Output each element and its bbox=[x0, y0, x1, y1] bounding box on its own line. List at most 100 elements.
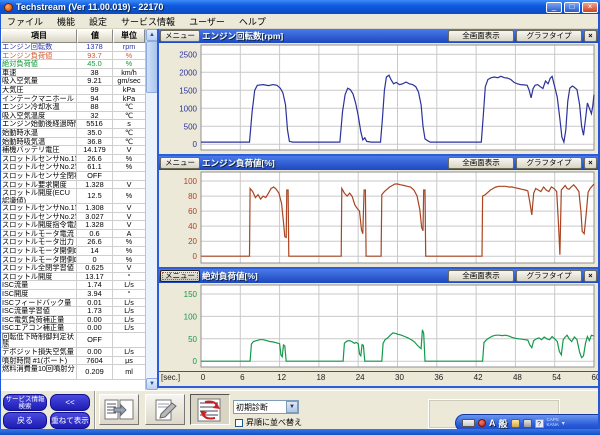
close-button-icon[interactable]: × bbox=[582, 2, 598, 13]
table-row[interactable]: スロットルモータ電流0.6A bbox=[1, 230, 145, 239]
table-row[interactable]: スロットルセンサ全閉状態OFF bbox=[1, 172, 145, 181]
param-unit: % bbox=[113, 238, 145, 246]
time-axis: [sec.]06121824303642485460 bbox=[159, 371, 598, 385]
param-unit: % bbox=[113, 247, 145, 255]
table-row[interactable]: スロットルセンサNo.1電圧比26.6% bbox=[1, 155, 145, 164]
table-row[interactable]: スロットル開度13.17° bbox=[1, 273, 145, 282]
param-unit: V bbox=[113, 146, 145, 154]
fullscreen-button[interactable]: 全画面表示 bbox=[448, 157, 514, 169]
param-unit: % bbox=[113, 256, 145, 264]
sort-button[interactable] bbox=[190, 394, 230, 425]
table-row[interactable]: ISC電気負荷補正量0.00L/s bbox=[1, 316, 145, 325]
menu-item[interactable]: 設定 bbox=[82, 14, 114, 29]
chart-menu-button[interactable]: メニュー bbox=[160, 270, 200, 282]
ascending-sort-checkbox[interactable] bbox=[235, 419, 243, 427]
x-tick-label: 6 bbox=[240, 373, 244, 382]
table-row[interactable]: エンジン冷却水温88℃ bbox=[1, 103, 145, 112]
table-row[interactable]: ISC開度3.94° bbox=[1, 290, 145, 299]
header-unit[interactable]: 単位 bbox=[113, 29, 145, 43]
back-button[interactable]: 戻る bbox=[3, 412, 47, 429]
table-row[interactable]: 車速38km/h bbox=[1, 69, 145, 78]
graph-type-button[interactable]: グラフタイプ bbox=[516, 157, 582, 169]
param-unit: L/s bbox=[113, 348, 145, 356]
header-item[interactable]: 項目 bbox=[1, 29, 77, 43]
table-row[interactable]: スロットル開度(ECU認識値)12.5% bbox=[1, 189, 145, 204]
table-row[interactable]: スロットルセンサNo.2電圧比61.1% bbox=[1, 163, 145, 172]
chart-close-icon[interactable]: × bbox=[584, 270, 597, 282]
x-tick-label: 12 bbox=[277, 373, 286, 382]
param-unit: ℃ bbox=[113, 138, 145, 146]
ime-help-icon[interactable]: ? bbox=[535, 419, 544, 428]
table-row[interactable]: 吸入空気温度32℃ bbox=[1, 112, 145, 121]
menu-item[interactable]: ヘルプ bbox=[232, 14, 273, 29]
param-unit: ℃ bbox=[113, 103, 145, 111]
collapse-button[interactable]: << bbox=[50, 394, 90, 411]
table-row[interactable]: スロットル全閉学習値0.625V bbox=[1, 264, 145, 273]
ime-pad-icon[interactable] bbox=[523, 419, 532, 428]
graph-type-button[interactable]: グラフタイプ bbox=[516, 270, 582, 282]
ime-conversion-mode[interactable]: 般 bbox=[499, 417, 508, 430]
table-row[interactable]: スロットルセンサNo.1電圧1.308V bbox=[1, 204, 145, 213]
keyboard-icon[interactable] bbox=[462, 419, 475, 427]
table-row[interactable]: ISCエアコン補正量0.00L/s bbox=[1, 324, 145, 333]
chart-menu-button[interactable]: メニュー bbox=[160, 157, 200, 169]
table-rows: エンジン回転数1378rpmエンジン負荷値93.7%絶対負荷値45.0%車速38… bbox=[1, 43, 145, 390]
table-row[interactable]: スロットルセンサNo.2電圧3.027V bbox=[1, 213, 145, 222]
table-row[interactable]: ISC流量学習値1.73L/s bbox=[1, 307, 145, 316]
param-value: 1.74 bbox=[77, 281, 113, 289]
table-row[interactable]: 始動時水温35.0℃ bbox=[1, 129, 145, 138]
table-row[interactable]: 回転低下時制御判定状態OFF bbox=[1, 333, 145, 348]
minimize-button-icon[interactable]: _ bbox=[546, 2, 562, 13]
ime-input-mode[interactable]: A bbox=[489, 418, 496, 428]
menu-item[interactable]: ファイル bbox=[0, 14, 50, 29]
engine-rpm-chart: 25002000150010005000 bbox=[159, 43, 598, 154]
table-row[interactable]: 補機バッテリ電圧14.179V bbox=[1, 146, 145, 155]
table-row[interactable]: 噴射時間 #1(ポート)7604μs bbox=[1, 357, 145, 366]
data-list-button[interactable] bbox=[99, 394, 139, 425]
table-row[interactable]: スロットル開度指令電圧1.328V bbox=[1, 221, 145, 230]
table-row[interactable]: ISCフィードバック量0.01L/s bbox=[1, 299, 145, 308]
table-row[interactable]: 吸入空気量9.21gm/sec bbox=[1, 77, 145, 86]
chart-close-icon[interactable]: × bbox=[584, 30, 597, 42]
menu-item[interactable]: 機能 bbox=[50, 14, 82, 29]
menu-item[interactable]: ユーザー bbox=[182, 14, 232, 29]
table-row[interactable]: スロットル要求開度1.328V bbox=[1, 181, 145, 190]
table-row[interactable]: デポジット損失空気量0.00L/s bbox=[1, 348, 145, 357]
maximize-button-icon[interactable]: □ bbox=[564, 2, 580, 13]
chart-menu-button[interactable]: メニュー bbox=[160, 30, 200, 42]
table-row[interactable]: 絶対負荷値45.0% bbox=[1, 60, 145, 69]
diagnosis-mode-select[interactable]: 初期診断 ▼ bbox=[233, 400, 299, 414]
table-row[interactable]: エンジン回転数1378rpm bbox=[1, 43, 145, 52]
overlay-display-button[interactable]: 重ねて表示 bbox=[50, 412, 90, 429]
table-row[interactable]: スロットルモータ閉側Duty比0% bbox=[1, 256, 145, 265]
y-tick-label: 0 bbox=[193, 252, 198, 261]
menu-item[interactable]: サービス情報 bbox=[114, 14, 182, 29]
param-value: 14 bbox=[77, 247, 113, 255]
fullscreen-button[interactable]: 全画面表示 bbox=[448, 30, 514, 42]
table-row[interactable]: 燃料消費量10回噴射分0.209ml bbox=[1, 365, 145, 380]
ime-options-icon[interactable]: ▾ bbox=[562, 420, 565, 427]
service-info-search-button[interactable]: サービス情報検索 bbox=[3, 394, 47, 411]
table-row[interactable]: インテークマニホールド圧94kPa bbox=[1, 95, 145, 104]
ime-status-icon[interactable] bbox=[478, 419, 486, 427]
chart-close-icon[interactable]: × bbox=[584, 157, 597, 169]
param-unit: μs bbox=[113, 357, 145, 365]
table-row[interactable]: ISC流量1.74L/s bbox=[1, 281, 145, 290]
param-value: 1.328 bbox=[77, 221, 113, 229]
data-list-icon bbox=[102, 397, 136, 423]
table-row[interactable]: 大気圧99kPa bbox=[1, 86, 145, 95]
ime-tools-icon[interactable] bbox=[511, 419, 520, 428]
table-row[interactable]: 始動時吸気温36.8℃ bbox=[1, 138, 145, 147]
y-tick-label: 2000 bbox=[179, 68, 197, 77]
graph-type-button[interactable]: グラフタイプ bbox=[516, 30, 582, 42]
table-scrollbar[interactable]: ▲ ▼ bbox=[145, 29, 157, 390]
table-row[interactable]: スロットルモータ出力26.6% bbox=[1, 238, 145, 247]
record-button[interactable] bbox=[145, 394, 185, 425]
table-row[interactable]: エンジン負荷値93.7% bbox=[1, 52, 145, 61]
chevron-down-icon[interactable]: ▼ bbox=[286, 401, 298, 413]
header-value[interactable]: 値 bbox=[77, 29, 113, 43]
fullscreen-button[interactable]: 全画面表示 bbox=[448, 270, 514, 282]
table-row[interactable]: エンジン始動後経過時間5516s bbox=[1, 120, 145, 129]
ascending-sort-option[interactable]: 昇順に並べ替え bbox=[235, 417, 302, 428]
table-row[interactable]: スロットルモータ開側Duty比14% bbox=[1, 247, 145, 256]
